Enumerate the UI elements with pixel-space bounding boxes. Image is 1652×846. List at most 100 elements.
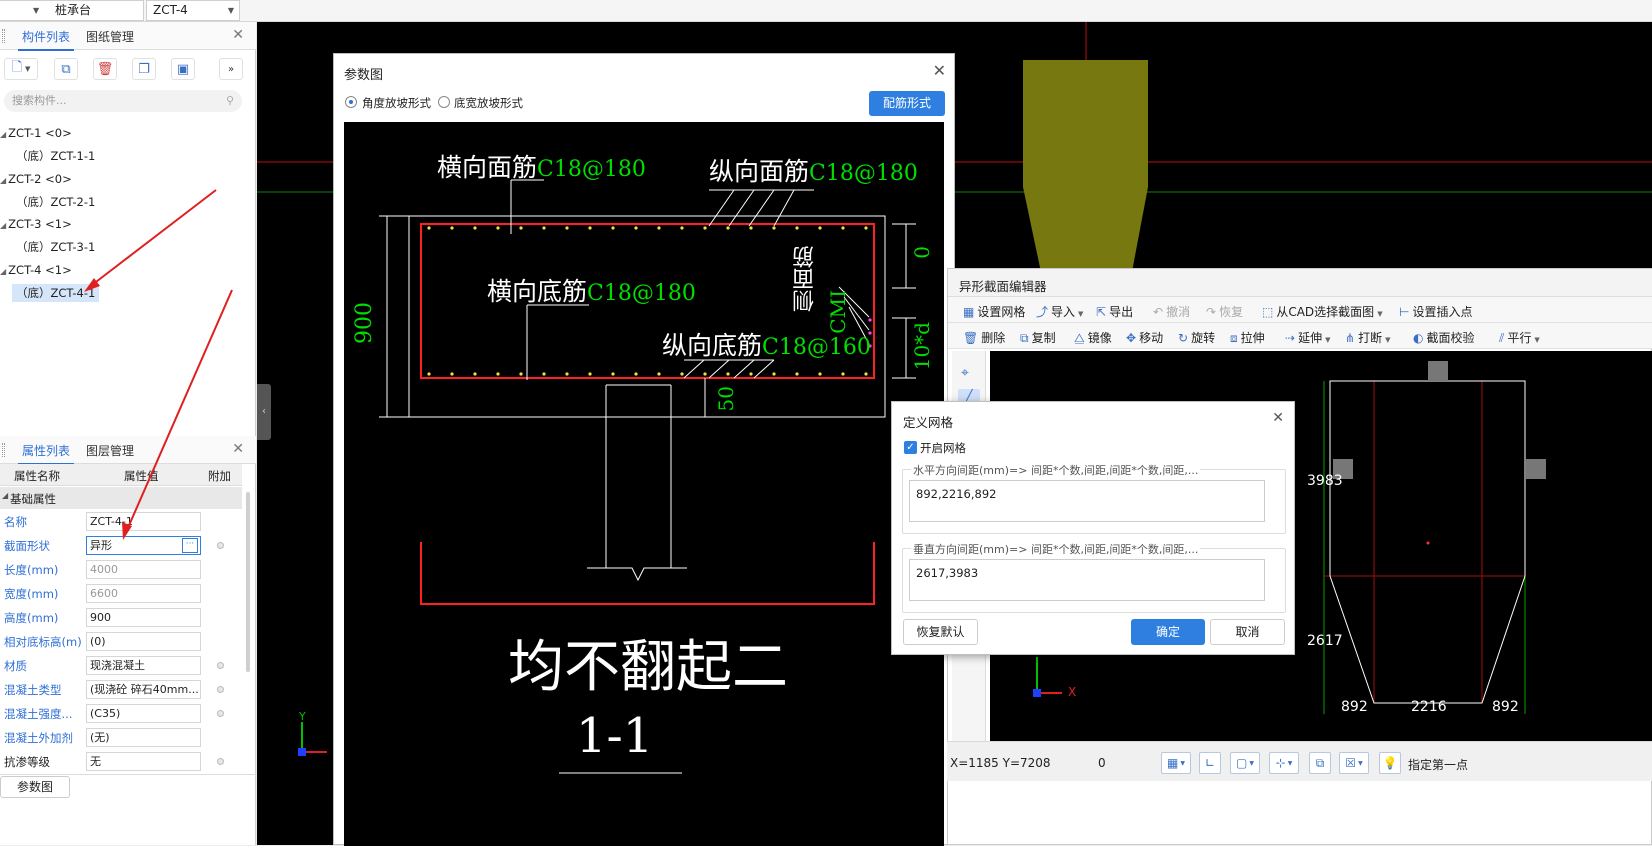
arrow-head [122, 522, 132, 540]
section-check-button[interactable]: ◐ 截面校验 [1413, 329, 1475, 346]
copy-button[interactable]: ⧉ 复制 [1020, 329, 1056, 346]
restore-default-button[interactable]: 恢复默认 [903, 619, 978, 645]
chevron-down-icon: ▼ [33, 6, 40, 15]
dynamic-input-icon: ⊹ [1275, 756, 1286, 770]
label-value: C18@180 [587, 281, 696, 306]
origin-marker [1033, 689, 1041, 697]
label-top-transverse: 横向面筋C18@180 [437, 148, 646, 184]
chevron-down-icon: ▼ [1377, 310, 1383, 318]
export-button[interactable]: ⇱ 导出 [1096, 303, 1133, 320]
dim-label-w1: 892 [1341, 699, 1368, 715]
chevron-down-icon: ▼ [1287, 759, 1293, 767]
horizontal-spacing-legend: 水平方向间距(mm)=> 间距*个数,间距,间距*个数,间距,... [911, 462, 1201, 478]
stretch-button[interactable]: ⧈ 拉伸 [1230, 329, 1265, 346]
break-button[interactable]: ⋔ 打断 ▼ [1345, 329, 1390, 346]
horizontal-spacing-input[interactable]: 892,2216,892 [909, 480, 1265, 522]
button-label: 设置网格 [977, 305, 1026, 319]
dim-0: 0 [910, 246, 934, 259]
lightbulb-icon: 💡 [1382, 756, 1398, 770]
polar-button[interactable]: ⧉ [1309, 752, 1331, 774]
set-grid-button[interactable]: ▦ 设置网格 [963, 303, 1025, 320]
radio-angle-slope[interactable] [345, 96, 357, 108]
label-bottom-transverse: 横向底筋C18@180 [487, 272, 696, 308]
ok-button[interactable]: 确定 [1131, 619, 1205, 645]
extend-button[interactable]: ⇢ 延伸 ▼ [1285, 329, 1330, 346]
radio-bottom-width-label: 底宽放坡形式 [454, 96, 523, 110]
grid-icon: ▦ [1167, 756, 1179, 770]
vertical-spacing-input[interactable]: 2617,3983 [909, 559, 1265, 601]
set-insert-point-button[interactable]: ⊢ 设置插入点 [1399, 303, 1472, 320]
edge-handle[interactable] [1526, 459, 1546, 479]
ortho-icon: ∟ [1204, 756, 1216, 770]
vertical-spacing-group: 垂直方向间距(mm)=> 间距*个数,间距,间距*个数,间距,... 2617,… [902, 541, 1286, 613]
undo-icon: ↶ [1153, 305, 1164, 319]
parallel-icon: ⫽ [1499, 331, 1505, 345]
label-value: C18@180 [809, 161, 918, 186]
undo-button[interactable]: ↶ 撤消 [1153, 303, 1190, 320]
button-label: 镜像 [1087, 331, 1112, 345]
select-from-cad-button[interactable]: ⬚ 从CAD选择截面图 ▼ [1262, 303, 1383, 320]
point-tool-icon[interactable]: ⌖ [961, 365, 969, 381]
reinforcement-form-button[interactable]: 配筋形式 [869, 91, 945, 116]
import-icon: ⤴ [1036, 305, 1049, 319]
rotate-button[interactable]: ↻ 旋转 [1178, 329, 1215, 346]
status-hint: 指定第一点 [1408, 758, 1469, 772]
radio-angle-label: 角度放坡形式 [362, 96, 431, 110]
move-button[interactable]: ✥ 移动 [1126, 329, 1163, 346]
close-icon[interactable]: ✕ [1272, 410, 1284, 426]
dim-10d: 10*d [910, 322, 934, 371]
label-value: C18@160 [762, 335, 871, 360]
pile-cap-shape[interactable] [1023, 60, 1148, 277]
edge-handle[interactable] [1428, 361, 1448, 381]
polar-icon: ⧉ [1315, 755, 1325, 770]
button-label: 打断 [1358, 331, 1383, 345]
component-type-select[interactable]: ▼ 桩承台 [0, 0, 144, 21]
mirror-button[interactable]: ⧋ 镜像 [1074, 329, 1112, 346]
note-text: 均不翻起二 [508, 635, 788, 700]
editor-toolbar-2: 🗑 删除 ⧉ 复制 ⧋ 镜像 ✥ 移动 ↻ 旋转 ⧈ 拉伸 ⇢ 延伸 ▼ ⋔ 打断 ▼ ◐ 截面校验 … [948, 323, 1652, 349]
dynamic-input-button[interactable]: ⊹ ▼ [1269, 752, 1299, 774]
component-name-select[interactable]: ZCT-4 ▼ [146, 0, 240, 21]
button-label: 复制 [1031, 331, 1056, 345]
button-label: 导出 [1109, 305, 1134, 319]
import-button[interactable]: ⤴ 导入 ▼ [1036, 303, 1083, 320]
chevron-down-icon: ▼ [1385, 336, 1391, 344]
annotation-arrows [84, 189, 233, 540]
label-side-value: CMI [826, 290, 850, 334]
button-label: 删除 [981, 331, 1006, 345]
label-text: 横向面筋 [437, 153, 538, 182]
pile-column [587, 384, 687, 582]
chevron-down-icon: ▼ [1078, 310, 1084, 318]
radio-bottom-width-slope[interactable] [438, 96, 450, 108]
component-type-value: 桩承台 [55, 3, 92, 17]
enable-grid-label: 开启网格 [920, 441, 966, 455]
hint-button[interactable]: 💡 [1379, 752, 1401, 774]
close-icon[interactable]: ✕ [933, 61, 946, 80]
button-label: 旋转 [1191, 331, 1216, 345]
rotate-icon: ↻ [1178, 331, 1189, 345]
button-label: 撤消 [1166, 305, 1191, 319]
break-icon: ⋔ [1345, 331, 1356, 345]
delete-button[interactable]: 🗑 删除 [963, 329, 1005, 346]
button-label: 截面校验 [1426, 331, 1475, 345]
insert-point-icon: ⊢ [1399, 305, 1410, 319]
grid-toggle-button[interactable]: ▦ ▼ [1161, 752, 1191, 774]
button-label: 设置插入点 [1412, 305, 1473, 319]
redo-button[interactable]: ↷ 恢复 [1206, 303, 1243, 320]
collapse-panel-handle[interactable]: ‹ [257, 384, 271, 440]
coordinate-readout: X=1185 Y=7208 [950, 756, 1051, 770]
snap-button[interactable]: ▢ ▼ [1230, 752, 1260, 774]
dim-900: 900 [352, 302, 377, 344]
center-point [1426, 541, 1430, 545]
track-button[interactable]: ☒ ▼ [1339, 752, 1369, 774]
trash-icon: 🗑 [963, 331, 979, 345]
label-top-longitudinal: 纵向面筋C18@180 [709, 152, 918, 188]
parallel-button[interactable]: ⫽ 平行 ▼ [1499, 329, 1540, 346]
button-label: 延伸 [1298, 331, 1323, 345]
ortho-button[interactable]: ∟ [1199, 752, 1221, 774]
label-text: 纵向底筋 [662, 331, 763, 360]
cancel-button[interactable]: 取消 [1210, 619, 1285, 645]
chevron-down-icon: ▼ [227, 6, 234, 15]
enable-grid-checkbox[interactable]: ✓ [904, 441, 917, 454]
horizontal-spacing-group: 水平方向间距(mm)=> 间距*个数,间距,间距*个数,间距,... 892,2… [902, 462, 1286, 534]
